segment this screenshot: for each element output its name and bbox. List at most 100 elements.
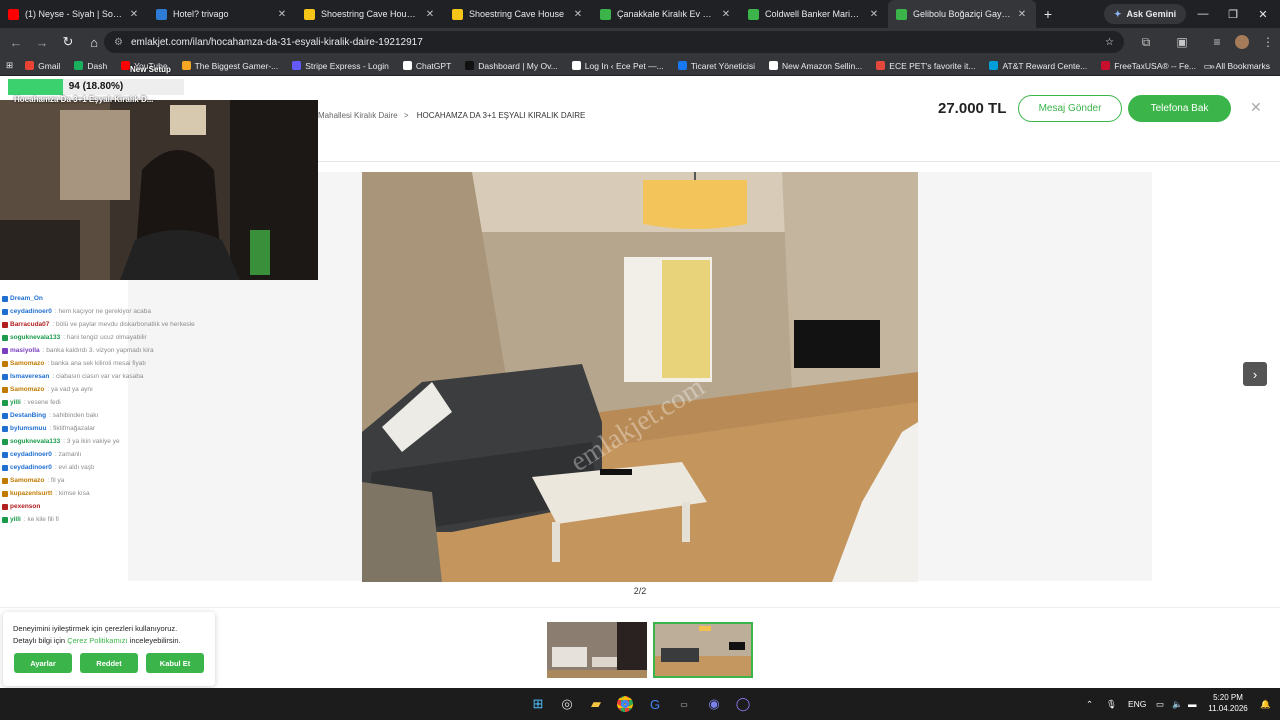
chat-username[interactable]: pexenson — [10, 500, 40, 513]
chat-username[interactable]: ceydadinoer0 — [10, 461, 52, 474]
discord-icon[interactable]: ◉ — [704, 694, 724, 714]
apps-icon[interactable]: ⊞ — [6, 60, 13, 71]
browser-tab[interactable]: Shoestring Cave House ✕ — [444, 0, 592, 28]
forward-icon[interactable]: → — [30, 30, 54, 54]
bookmark-item[interactable]: The Biggest Gamer-... — [181, 61, 278, 71]
tray-overflow-icon[interactable]: ⌃ — [1086, 688, 1093, 720]
tab-close-icon[interactable]: ✕ — [424, 9, 436, 20]
restore-icon[interactable]: ❐ — [1218, 0, 1248, 28]
chat-username[interactable]: soguknevala133 — [10, 435, 60, 448]
chat-username[interactable]: Samomazo — [10, 474, 44, 487]
send-message-button[interactable]: Mesaj Gönder — [1018, 95, 1122, 122]
bookmark-item[interactable]: Dashboard | My Ov... — [465, 61, 558, 71]
windows-start-icon[interactable]: ⊞ — [528, 694, 548, 714]
chat-username[interactable]: Samomazo — [10, 383, 44, 396]
browser-tab[interactable]: Gelibolu Boğaziçi Gayrimenk ✕ — [888, 0, 1036, 28]
bookmark-item[interactable]: Dash — [74, 61, 107, 71]
bookmark-item[interactable]: AT&T Reward Cente... — [989, 61, 1087, 71]
chat-username[interactable]: bylumsmuu — [10, 422, 46, 435]
tab-search-icon[interactable]: ▣ — [1170, 28, 1194, 56]
tab-close-icon[interactable]: ✕ — [572, 9, 584, 20]
chat-username[interactable]: ceydadinoer0 — [10, 448, 52, 461]
chat-text: : fiktifmağazalar — [49, 425, 96, 432]
chat-message: ceydadinoer0: evi aldı vaştı — [2, 461, 302, 474]
tab-close-icon[interactable]: ✕ — [276, 9, 288, 20]
cookie-policy-link[interactable]: Çerez Politikamızı — [67, 636, 127, 645]
photo-thumbnail-selected[interactable] — [653, 622, 753, 678]
system-clock[interactable]: 5:20 PM 11.04.2026 — [1202, 692, 1254, 714]
bookmark-item[interactable]: Ticaret Yöneticisi — [677, 61, 755, 71]
tab-close-icon[interactable]: ✕ — [720, 9, 732, 20]
bookmark-item[interactable]: Gmail — [25, 61, 60, 71]
browser-tab[interactable]: Shoestring Cave House Hote ✕ — [296, 0, 444, 28]
bookmark-item[interactable]: FreeTaxUSA® -- Fe... — [1101, 61, 1196, 71]
google-app-icon[interactable]: G — [645, 694, 665, 714]
extensions-icon[interactable]: ⧉ — [1134, 28, 1158, 56]
chat-username[interactable]: DestanBing — [10, 409, 46, 422]
chat-username[interactable]: Dream_On — [10, 292, 43, 305]
ask-gemini-button[interactable]: ✦ Ask Gemini — [1104, 4, 1187, 24]
cookie-accept-button[interactable]: Kabul Et — [146, 653, 204, 673]
ask-gemini-label: Ask Gemini — [1126, 9, 1177, 19]
bookmark-star-icon[interactable]: ☆ — [1105, 37, 1114, 48]
microphone-icon[interactable]: 🎙 — [1106, 688, 1117, 720]
bookmark-item[interactable]: New Amazon Sellin... — [768, 61, 862, 71]
cookie-reject-button[interactable]: Reddet — [80, 653, 138, 673]
site-info-icon[interactable]: ⚙ — [114, 37, 123, 48]
back-icon[interactable]: ← — [4, 30, 28, 54]
media-icon[interactable]: ≡ — [1205, 28, 1229, 56]
chrome-icon[interactable] — [615, 694, 635, 714]
notification-icon[interactable]: 🔔 — [1260, 688, 1271, 720]
chat-username[interactable]: yilli — [10, 396, 21, 409]
chat-username[interactable]: Barracuda07 — [10, 318, 49, 331]
app-icon[interactable]: ▭ — [674, 694, 694, 714]
bookmark-favicon-icon — [876, 61, 886, 70]
listing-photo[interactable]: emlakjet.com — [362, 172, 918, 582]
next-photo-icon[interactable]: › — [1243, 362, 1267, 386]
close-gallery-icon[interactable]: ✕ — [1250, 99, 1262, 116]
browser-tab[interactable]: Çanakkale Kiralık Ev Fiyatları ✕ — [592, 0, 740, 28]
chat-text: : hem kaçıyor ne gerekiyor acaba — [54, 308, 152, 315]
profile-avatar[interactable] — [1230, 28, 1254, 56]
photo-thumbnail[interactable] — [547, 622, 647, 678]
address-bar[interactable]: ⚙ emlakjet.com/ilan/hocahamza-da-31-esya… — [104, 31, 1124, 53]
network-icon[interactable]: ▭ — [1156, 688, 1164, 720]
show-phone-button[interactable]: Telefona Bak — [1128, 95, 1231, 122]
bookmark-item[interactable]: Log In ‹ Ece Pet —... — [571, 61, 664, 71]
chat-username[interactable]: kupazenlsurtt — [10, 487, 52, 500]
close-window-icon[interactable]: ✕ — [1248, 0, 1278, 28]
chat-username[interactable]: soguknevala133 — [10, 331, 60, 344]
minimize-icon[interactable]: — — [1188, 0, 1218, 28]
chat-badge-icon — [2, 373, 8, 380]
browser-tab[interactable]: (1) Neyse - Siyah | Sofar İsta ✕ — [0, 0, 148, 28]
language-indicator[interactable]: ENG — [1128, 688, 1146, 720]
chat-badge-icon — [2, 438, 8, 445]
home-icon[interactable]: ⌂ — [82, 30, 106, 54]
tab-close-icon[interactable]: ✕ — [128, 9, 140, 20]
reload-icon[interactable]: ↻ — [56, 30, 80, 54]
bookmark-item[interactable]: Stripe Express - Login — [292, 61, 389, 71]
all-bookmarks[interactable]: ▭ All Bookmarks — [1204, 56, 1270, 76]
battery-icon[interactable]: ▬ — [1188, 688, 1197, 720]
goal-text: 94 (18.80%) — [68, 81, 124, 92]
browser-tab[interactable]: Coldwell Banker Marina Mu ✕ — [740, 0, 888, 28]
file-explorer-icon[interactable]: ▰ — [586, 694, 606, 714]
menu-icon[interactable]: ⋮ — [1256, 28, 1280, 56]
bookmark-item[interactable]: ECE PET's favorite it... — [876, 61, 975, 71]
browser-tab[interactable]: Hotel? trivago ✕ — [148, 0, 296, 28]
chat-username[interactable]: ceydadinoer0 — [10, 305, 52, 318]
chat-username[interactable]: masiyolla — [10, 344, 40, 357]
taskview-icon[interactable]: ◎ — [557, 694, 577, 714]
tab-close-icon[interactable]: ✕ — [1016, 9, 1028, 20]
chat-username[interactable]: yilli — [10, 513, 21, 526]
bookmark-item[interactable]: ChatGPT — [402, 61, 451, 71]
new-tab-icon[interactable]: + — [1036, 6, 1060, 22]
chat-username[interactable]: Ismaveresan — [10, 370, 49, 383]
chat-username[interactable]: Samomazo — [10, 357, 44, 370]
tab-close-icon[interactable]: ✕ — [868, 9, 880, 20]
volume-icon[interactable]: 🔈 — [1172, 688, 1183, 720]
bookmark-favicon-icon — [571, 61, 581, 70]
cookie-settings-button[interactable]: Ayarlar — [14, 653, 72, 673]
breadcrumb-prev[interactable]: Mahallesi Kiralık Daire — [318, 111, 398, 120]
obs-icon[interactable]: ◯ — [733, 694, 753, 714]
